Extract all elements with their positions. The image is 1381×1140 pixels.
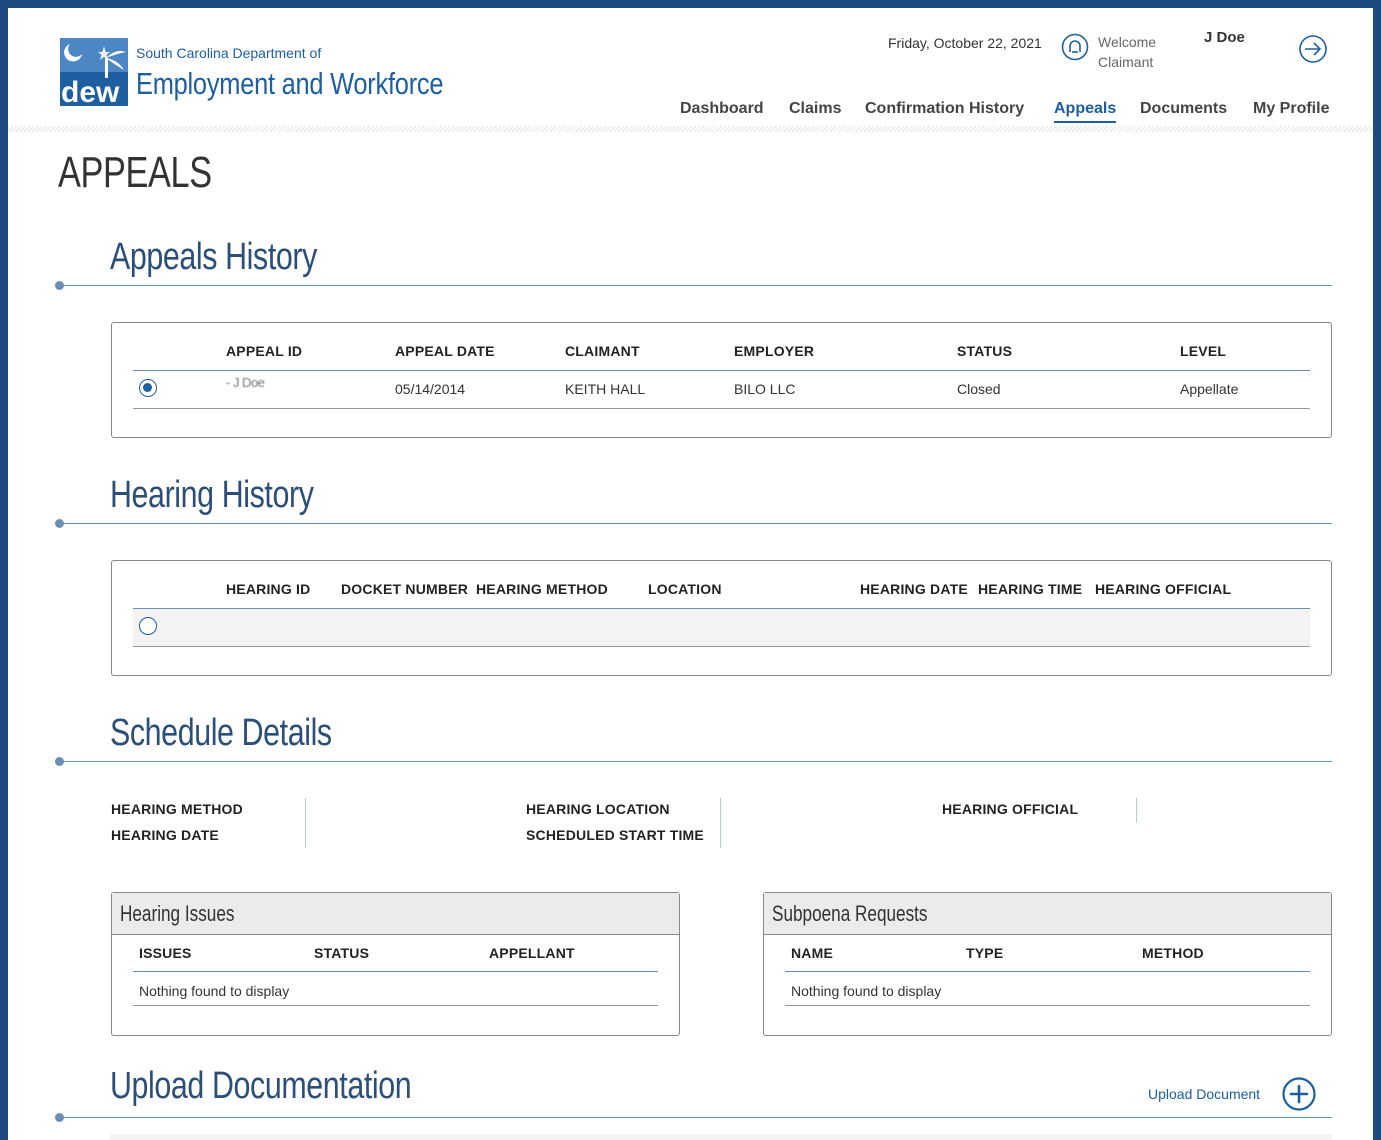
logout-icon[interactable] <box>1298 34 1328 64</box>
nav-appeals[interactable]: Appeals <box>1054 100 1117 123</box>
col-status: STATUS <box>957 343 1013 359</box>
department-name-line2: Employment and Workforce <box>136 66 444 101</box>
hearing-issues-title: Hearing Issues <box>120 901 235 926</box>
row-radio[interactable] <box>139 379 157 397</box>
row-rule <box>133 1005 658 1006</box>
col-docket-number: DOCKET NUMBER <box>341 581 469 597</box>
section-dot <box>55 757 64 766</box>
nav-dashboard[interactable]: Dashboard <box>680 100 764 118</box>
upload-documentation-rule <box>55 1113 1332 1122</box>
col-appellant: APPELLANT <box>489 945 575 961</box>
row-rule <box>785 1005 1310 1006</box>
svg-text:dew: dew <box>61 76 120 106</box>
page-frame: dew South Carolina Department of Employm… <box>8 8 1373 1140</box>
plus-circle-icon[interactable] <box>1281 1076 1317 1112</box>
upload-documentation-title: Upload Documentation <box>110 1065 412 1107</box>
col-type: TYPE <box>966 945 1004 961</box>
hearing-history-rule <box>55 519 1332 528</box>
appeal-status: Closed <box>957 381 1001 397</box>
col-issues: ISSUES <box>139 945 192 961</box>
subpoena-requests-box: Subpoena Requests NAME TYPE METHOD Nothi… <box>763 892 1332 1036</box>
col-hearing-time: HEARING TIME <box>978 581 1083 597</box>
col-location: LOCATION <box>648 581 722 597</box>
row-rule <box>133 646 1310 647</box>
section-dot <box>55 1113 64 1122</box>
col-hearing-id: HEARING ID <box>226 581 311 597</box>
header-divider <box>8 126 1373 132</box>
empty-message: Nothing found to display <box>791 983 942 999</box>
dew-logo: dew <box>60 38 128 106</box>
table-row[interactable] <box>133 609 1310 646</box>
schedule-details-title: Schedule Details <box>110 712 332 754</box>
hearing-issues-box: Hearing Issues ISSUES STATUS APPELLANT N… <box>111 892 680 1036</box>
appeal-id: - J Doe <box>226 375 265 390</box>
col-claimant: CLAIMANT <box>565 343 640 359</box>
employer-name: BILO LLC <box>734 381 796 397</box>
appeals-history-rule <box>55 281 1332 290</box>
col-status: STATUS <box>314 945 370 961</box>
user-icon <box>1061 33 1089 61</box>
appeal-level: Appellate <box>1180 381 1239 397</box>
section-dot <box>55 519 64 528</box>
current-date: Friday, October 22, 2021 <box>888 35 1042 51</box>
user-role: Claimant <box>1098 54 1154 70</box>
col-name: NAME <box>791 945 834 961</box>
upload-area-strip <box>110 1134 1332 1140</box>
col-hearing-date: HEARING DATE <box>860 581 968 597</box>
page-title: APPEALS <box>58 148 212 197</box>
section-dot <box>55 281 64 290</box>
hearing-location-label: HEARING LOCATION <box>526 801 670 817</box>
col-hearing-official: HEARING OFFICIAL <box>1095 581 1232 597</box>
claimant-name: KEITH HALL <box>565 381 646 397</box>
upload-document-link[interactable]: Upload Document <box>1148 1086 1260 1102</box>
column-divider <box>305 798 306 848</box>
column-divider <box>1136 798 1137 823</box>
row-radio[interactable] <box>139 617 157 635</box>
col-appeal-id: APPEAL ID <box>226 343 303 359</box>
nav-documents[interactable]: Documents <box>1140 100 1227 118</box>
col-level: LEVEL <box>1180 343 1227 359</box>
department-name-line1: South Carolina Department of <box>136 45 322 61</box>
appeals-history-table: APPEAL ID APPEAL DATE CLAIMANT EMPLOYER … <box>111 322 1332 438</box>
hearing-history-title: Hearing History <box>110 474 314 516</box>
nav-my-profile[interactable]: My Profile <box>1253 100 1329 118</box>
hearing-method-label: HEARING METHOD <box>111 801 243 817</box>
schedule-details-rule <box>55 757 1332 766</box>
empty-message: Nothing found to display <box>139 983 290 999</box>
header-rule <box>133 370 1310 371</box>
col-appeal-date: APPEAL DATE <box>395 343 495 359</box>
hearing-official-label: HEARING OFFICIAL <box>942 801 1079 817</box>
header-rule <box>785 971 1310 972</box>
header-rule <box>133 971 658 972</box>
scheduled-start-time-label: SCHEDULED START TIME <box>526 827 704 843</box>
nav-confirmation-history[interactable]: Confirmation History <box>865 100 1024 118</box>
subpoena-requests-title: Subpoena Requests <box>772 901 928 926</box>
nav-claims[interactable]: Claims <box>789 100 841 118</box>
column-divider <box>720 798 721 848</box>
hearing-date-label: HEARING DATE <box>111 827 219 843</box>
col-method: METHOD <box>1142 945 1204 961</box>
welcome-label: Welcome <box>1098 34 1157 50</box>
welcome-text: Welcome Claimant <box>1098 32 1156 72</box>
appeals-history-title: Appeals History <box>110 236 317 278</box>
hearing-issues-header: Hearing Issues <box>112 893 679 935</box>
row-rule <box>133 408 1310 409</box>
hearing-history-table: HEARING ID DOCKET NUMBER HEARING METHOD … <box>111 560 1332 676</box>
subpoena-requests-header: Subpoena Requests <box>764 893 1331 935</box>
site-header: dew South Carolina Department of Employm… <box>8 8 1373 132</box>
appeal-date: 05/14/2014 <box>395 381 466 397</box>
col-hearing-method: HEARING METHOD <box>476 581 608 597</box>
user-name: J Doe <box>1204 29 1245 46</box>
col-employer: EMPLOYER <box>734 343 815 359</box>
